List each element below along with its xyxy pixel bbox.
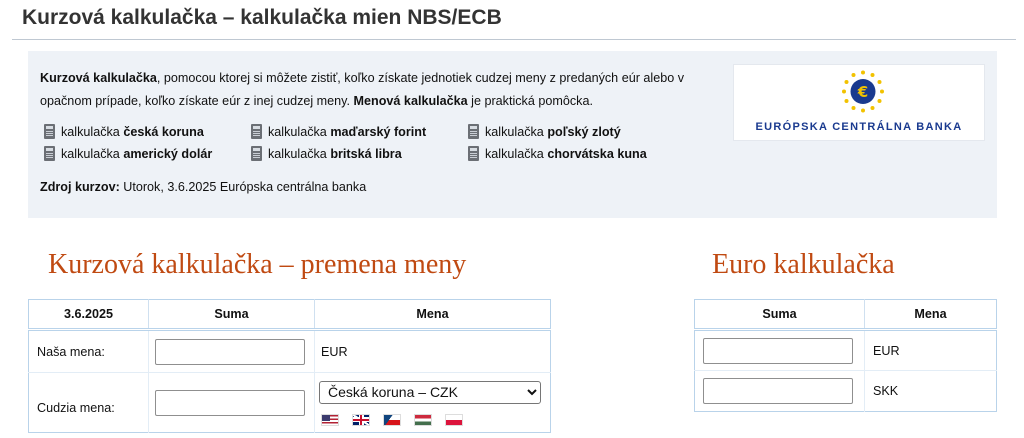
exchange-calculator-title: Kurzová kalkulačka – premena meny: [48, 249, 467, 280]
link-currency: americký dolár: [123, 147, 213, 161]
header-amount: Suma: [148, 299, 315, 331]
link-prefix: kalkulačka: [268, 147, 327, 161]
skk-currency-code: SKK: [864, 370, 997, 412]
ecb-logo-icon: €: [842, 70, 884, 113]
link-currency: poľský zlotý: [547, 125, 621, 139]
rates-source: Zdroj kurzov: Utorok, 3.6.2025 Európska …: [40, 180, 366, 194]
title-divider: [12, 39, 1016, 40]
intro-bold-calculator: Kurzová kalkulačka: [40, 71, 157, 85]
foreign-currency-amount-input[interactable]: [155, 389, 305, 416]
table-row: SKK: [694, 370, 997, 412]
table-header-row: Suma Mena: [694, 299, 997, 331]
link-usd-calculator[interactable]: kalkulačka americký dolár: [44, 144, 212, 164]
link-currency: chorvátska kuna: [547, 147, 647, 161]
czech-flag-icon[interactable]: [383, 413, 401, 426]
our-currency-code: EUR: [314, 329, 551, 373]
link-currency: česká koruna: [123, 125, 204, 139]
calculator-icon: [468, 124, 479, 139]
row-label: Naša mena:: [28, 329, 149, 373]
table-row: EUR: [694, 329, 997, 371]
calculator-links: kalkulačka česká koruna kalkulačka maďar…: [44, 122, 724, 168]
link-huf-calculator[interactable]: kalkulačka maďarský forint: [251, 122, 426, 142]
link-hrk-calculator[interactable]: kalkulačka chorvátska kuna: [468, 144, 647, 164]
euro-calculator-table: Suma Mena EUR SKK: [694, 299, 997, 412]
page-title: Kurzová kalkulačka – kalkulačka mien NBS…: [22, 6, 502, 29]
calculator-icon: [251, 146, 262, 161]
header-currency: Mena: [864, 299, 997, 331]
skk-amount-input[interactable]: [703, 378, 853, 404]
calculator-icon: [44, 124, 55, 139]
our-currency-amount-input[interactable]: [155, 338, 305, 365]
intro-text-2: je praktická pomôcka.: [467, 94, 593, 108]
link-prefix: kalkulačka: [485, 125, 544, 139]
table-header-row: 3.6.2025 Suma Mena: [28, 299, 551, 331]
row-label: Cudzia mena:: [28, 372, 149, 433]
intro-bold-currency-calculator: Menová kalkulačka: [353, 94, 468, 108]
link-gbp-calculator[interactable]: kalkulačka britská libra: [251, 144, 402, 164]
source-value: Utorok, 3.6.2025 Európska centrálna bank…: [119, 180, 367, 194]
header-amount: Suma: [694, 299, 865, 331]
table-row: Cudzia mena: Česká koruna – CZK: [28, 372, 551, 433]
svg-text:€: €: [857, 83, 868, 101]
link-czk-calculator[interactable]: kalkulačka česká koruna: [44, 122, 204, 142]
calculator-icon: [468, 146, 479, 161]
calculator-icon: [44, 146, 55, 161]
ecb-name: EURÓPSKA CENTRÁLNA BANKA: [755, 121, 963, 133]
euro-calculator-title: Euro kalkulačka: [712, 249, 895, 280]
calculator-icon: [251, 124, 262, 139]
link-prefix: kalkulačka: [61, 125, 120, 139]
table-row: Naša mena: EUR: [28, 329, 551, 373]
us-flag-icon[interactable]: [321, 413, 339, 426]
ecb-logo-box[interactable]: € EURÓPSKA CENTRÁLNA BANKA: [733, 64, 985, 141]
flag-list: [319, 413, 550, 426]
exchange-calculator-table: 3.6.2025 Suma Mena Naša mena: EUR Cudzia…: [28, 299, 551, 433]
link-currency: maďarský forint: [330, 125, 427, 139]
link-prefix: kalkulačka: [268, 125, 327, 139]
currency-select[interactable]: Česká koruna – CZK: [319, 380, 541, 404]
euro-amount-input[interactable]: [703, 337, 853, 364]
source-label: Zdroj kurzov:: [40, 180, 120, 194]
intro-text: Kurzová kalkulačka, pomocou ktorej si mô…: [40, 67, 730, 113]
link-prefix: kalkulačka: [485, 147, 544, 161]
link-prefix: kalkulačka: [61, 147, 120, 161]
link-pln-calculator[interactable]: kalkulačka poľský zlotý: [468, 122, 621, 142]
hungarian-flag-icon[interactable]: [414, 413, 432, 426]
uk-flag-icon[interactable]: [352, 413, 370, 426]
euro-currency-code: EUR: [864, 329, 997, 371]
currency-cell: Česká koruna – CZK: [314, 372, 551, 433]
polish-flag-icon[interactable]: [445, 413, 463, 426]
header-date: 3.6.2025: [28, 299, 149, 331]
header-currency: Mena: [314, 299, 551, 331]
link-currency: britská libra: [330, 147, 402, 161]
info-box: Kurzová kalkulačka, pomocou ktorej si mô…: [28, 51, 997, 218]
